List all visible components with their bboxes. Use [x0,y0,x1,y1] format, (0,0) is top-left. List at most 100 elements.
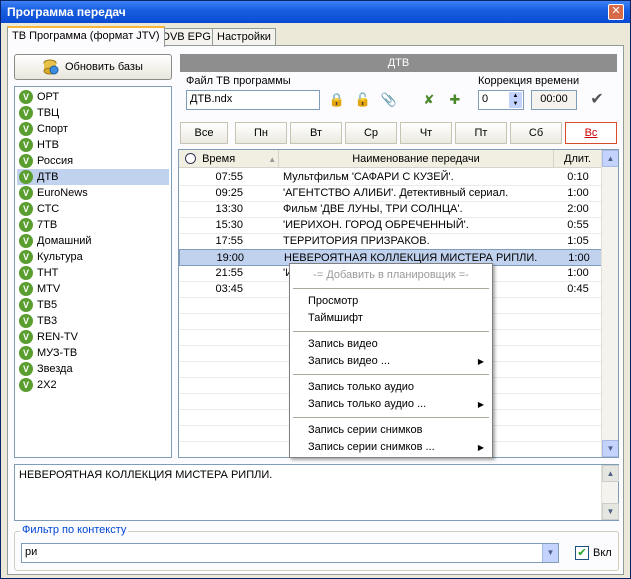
menu-item[interactable]: Запись только аудио ... ▶ [290,396,492,413]
program-duration: 0:10 [567,171,589,183]
column-title-header[interactable]: Наименование передачи [279,150,554,168]
program-row[interactable]: 13:30 Фильм 'ДВЕ ЛУНЫ, ТРИ СОЛНЦА'. 2:00 [179,201,602,218]
channel-item[interactable]: V EuroNews [17,185,169,201]
channel-item[interactable]: V Культура [17,249,169,265]
channel-enabled-icon[interactable]: V [19,362,33,376]
scroll-down-button[interactable]: ▼ [602,440,618,457]
channel-item[interactable]: V Звезда [17,361,169,377]
channel-enabled-icon[interactable]: V [19,138,33,152]
channel-item[interactable]: V Спорт [17,121,169,137]
channel-list[interactable]: V ОРТ V ТВЦ V Спорт V НТВ V Россия V ДТВ V EuroNews V С… [14,86,172,458]
description-scroll-up-button[interactable]: ▲ [602,465,619,482]
tab-tv-program-jtv[interactable]: ТВ Программа (формат JTV) [7,26,165,47]
channel-enabled-icon[interactable]: V [19,314,33,328]
channel-enabled-icon[interactable]: V [19,250,33,264]
channel-enabled-icon[interactable]: V [19,90,33,104]
filter-legend: Фильтр по контексту [20,524,129,536]
channel-enabled-icon[interactable]: V [19,154,33,168]
channel-item[interactable]: V ТНТ [17,265,169,281]
menu-item[interactable]: Запись видео [290,336,492,353]
channel-item[interactable]: V СТС [17,201,169,217]
time-correction-spinner[interactable]: 0 ▲ ▼ [478,90,524,110]
column-time-header[interactable]: Время ▲ [179,150,279,168]
tab-dvb-epg[interactable]: DVB EPG [157,28,216,46]
channel-name: ТВЦ [37,107,60,119]
program-row[interactable]: 07:55 Мультфильм 'САФАРИ С КУЗЕЙ'. 0:10 [179,169,602,186]
lock-icon[interactable]: 🔒 [328,91,346,109]
sort-ascending-icon: ▲ [268,155,277,164]
menu-item[interactable]: Запись серии снимков [290,422,492,439]
channel-item[interactable]: V ТВ3 [17,313,169,329]
program-row[interactable]: 15:30 'ИЕРИХОН. ГОРОД ОБРЕЧЕННЫЙ'. 0:55 [179,217,602,234]
channel-enabled-icon[interactable]: V [19,330,33,344]
channel-enabled-icon[interactable]: V [19,218,33,232]
filter-enable-checkbox[interactable]: ✔ [575,546,589,560]
channel-enabled-icon[interactable]: V [19,266,33,280]
database-refresh-icon [43,59,59,75]
channel-item[interactable]: V 7ТВ [17,217,169,233]
channel-enabled-icon[interactable]: V [19,106,33,120]
menu-item[interactable]: Просмотр [290,293,492,310]
column-time-label: Время [202,153,236,165]
channel-item[interactable]: V Домашний [17,233,169,249]
chevron-down-icon[interactable]: ▼ [542,544,558,562]
channel-enabled-icon[interactable]: V [19,202,33,216]
channel-item[interactable]: V МУЗ-ТВ [17,345,169,361]
refresh-databases-button[interactable]: Обновить базы [14,54,172,80]
channel-enabled-icon[interactable]: V [19,186,33,200]
channel-name: Культура [37,251,83,263]
day-button[interactable]: Пт [455,122,507,144]
program-row[interactable]: 17:55 ТЕРРИТОРИЯ ПРИЗРАКОВ. 1:05 [179,233,602,250]
remove-check-icon[interactable]: ✘ [420,91,438,109]
program-time: 17:55 [215,235,243,247]
channel-item[interactable]: V ТВЦ [17,105,169,121]
refresh-databases-label: Обновить базы [65,61,143,73]
day-button[interactable]: Сб [510,122,562,144]
channel-enabled-icon[interactable]: V [19,346,33,360]
lock-open-icon[interactable]: 🔓 [354,91,372,109]
day-button[interactable]: Чт [400,122,452,144]
channel-header: ДТВ [180,54,617,72]
program-title: Фильм 'ДВЕ ЛУНЫ, ТРИ СОЛНЦА'. [283,203,463,215]
program-row[interactable]: 09:25 'АГЕНТСТВО АЛИБИ'. Детективный сери… [179,185,602,202]
grid-vertical-scrollbar[interactable]: ▲ ▼ [601,150,618,457]
channel-item[interactable]: V REN-TV [17,329,169,345]
channel-item[interactable]: V ТВ5 [17,297,169,313]
channel-enabled-icon[interactable]: V [19,170,33,184]
channel-item[interactable]: V Россия [17,153,169,169]
close-button[interactable]: ✕ [608,4,624,20]
filter-value: ри [25,546,38,558]
description-scroll-down-button[interactable]: ▼ [602,503,619,520]
channel-enabled-icon[interactable]: V [19,298,33,312]
day-button[interactable]: Ср [345,122,397,144]
channel-item[interactable]: V НТВ [17,137,169,153]
channel-enabled-icon[interactable]: V [19,234,33,248]
day-button[interactable]: Все [180,122,228,144]
menu-item[interactable]: Таймшифт [290,310,492,327]
channel-item[interactable]: V ОРТ [17,89,169,105]
program-title: 'АГЕНТСТВО АЛИБИ'. Детективный сериал. [283,187,509,199]
channel-enabled-icon[interactable]: V [19,378,33,392]
scroll-up-button[interactable]: ▲ [602,150,618,167]
tab-settings[interactable]: Настройки [212,28,276,46]
day-button[interactable]: Пн [235,122,287,144]
channel-item[interactable]: V 2Х2 [17,377,169,393]
spinner-arrows-icon[interactable]: ▲ ▼ [509,92,522,108]
apply-check-icon[interactable]: ✔ [588,91,606,109]
channel-enabled-icon[interactable]: V [19,122,33,136]
channel-enabled-icon[interactable]: V [19,282,33,296]
channel-item[interactable]: V MTV [17,281,169,297]
day-button[interactable]: Вт [290,122,342,144]
menu-item[interactable]: Запись только аудио [290,379,492,396]
day-button[interactable]: Вс [565,122,617,144]
menu-separator [293,331,489,332]
description-scrollbar[interactable]: ▲ ▼ [601,465,619,520]
file-input[interactable]: ДТВ.ndx [186,90,320,110]
column-duration-header[interactable]: Длит. [554,150,602,168]
add-check-icon[interactable]: ✚ [446,91,464,109]
filter-combobox[interactable]: ри ▼ [21,543,559,563]
menu-item[interactable]: Запись видео ... ▶ [290,353,492,370]
paperclip-icon[interactable]: 📎 [380,91,398,109]
channel-item[interactable]: V ДТВ [17,169,169,185]
menu-item[interactable]: Запись серии снимков ... ▶ [290,439,492,456]
